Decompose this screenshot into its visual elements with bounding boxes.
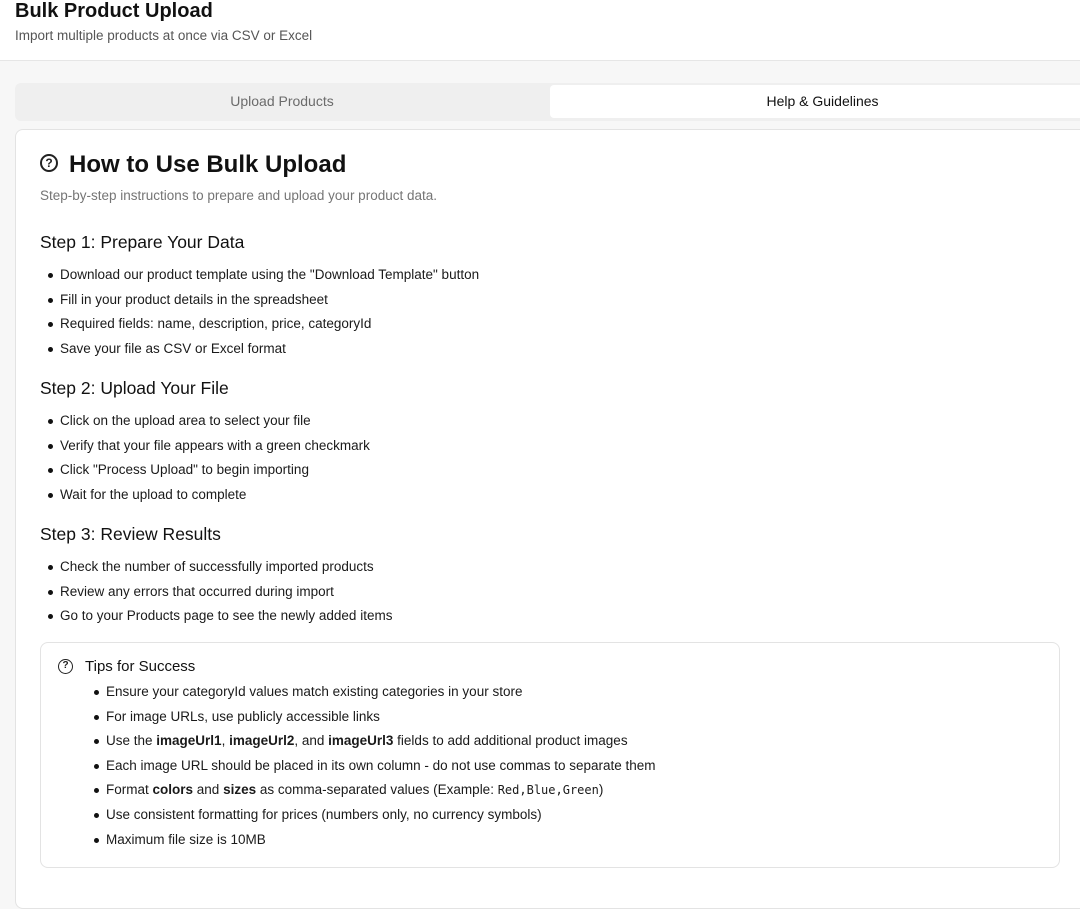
- step-3-list: Check the number of successfully importe…: [40, 557, 392, 631]
- tips-title: Tips for Success: [85, 658, 196, 675]
- help-circle-icon: ?: [58, 659, 73, 674]
- list-item: Save your file as CSV or Excel format: [40, 339, 479, 364]
- list-item: Use consistent formatting for prices (nu…: [86, 805, 656, 830]
- code-example: Red,Blue,Green: [497, 783, 599, 798]
- help-circle-icon: ?: [40, 154, 58, 172]
- list-item: Click "Process Upload" to begin importin…: [40, 460, 370, 485]
- list-item: Use the imageUrl1, imageUrl2, and imageU…: [86, 731, 656, 756]
- step-1-title: Step 1: Prepare Your Data: [40, 232, 245, 252]
- card-description: Step-by-step instructions to prepare and…: [40, 188, 437, 203]
- tips-list: Ensure your categoryId values match exis…: [86, 682, 656, 854]
- step-2-title: Step 2: Upload Your File: [40, 378, 229, 398]
- list-item: Maximum file size is 10MB: [86, 830, 656, 855]
- list-item: Required fields: name, description, pric…: [40, 314, 479, 339]
- card-title: How to Use Bulk Upload: [69, 151, 347, 178]
- list-item: Verify that your file appears with a gre…: [40, 436, 370, 461]
- tab-list: Upload Products Help & Guidelines: [15, 83, 1080, 121]
- list-item: Format colors and sizes as comma-separat…: [86, 780, 656, 805]
- tips-box: ? Tips for Success Ensure your categoryI…: [40, 642, 1060, 868]
- list-item: Go to your Products page to see the newl…: [40, 606, 392, 631]
- list-item: Each image URL should be placed in its o…: [86, 756, 656, 781]
- tab-help-guidelines[interactable]: Help & Guidelines: [550, 85, 1080, 118]
- list-item: Click on the upload area to select your …: [40, 411, 370, 436]
- list-item: Ensure your categoryId values match exis…: [86, 682, 656, 707]
- list-item: Check the number of successfully importe…: [40, 557, 392, 582]
- page-subtitle: Import multiple products at once via CSV…: [15, 28, 313, 43]
- list-item: Review any errors that occurred during i…: [40, 582, 392, 607]
- list-item: For image URLs, use publicly accessible …: [86, 707, 656, 732]
- page-header: Bulk Product Upload Import multiple prod…: [0, 0, 1080, 61]
- page-title: Bulk Product Upload: [15, 0, 213, 22]
- step-2-list: Click on the upload area to select your …: [40, 411, 370, 509]
- tab-upload-products[interactable]: Upload Products: [15, 85, 549, 118]
- step-1-list: Download our product template using the …: [40, 265, 479, 363]
- list-item: Download our product template using the …: [40, 265, 479, 290]
- list-item: Fill in your product details in the spre…: [40, 290, 479, 315]
- step-3-title: Step 3: Review Results: [40, 524, 221, 544]
- help-card: ? How to Use Bulk Upload Step-by-step in…: [15, 129, 1080, 909]
- list-item: Wait for the upload to complete: [40, 485, 370, 510]
